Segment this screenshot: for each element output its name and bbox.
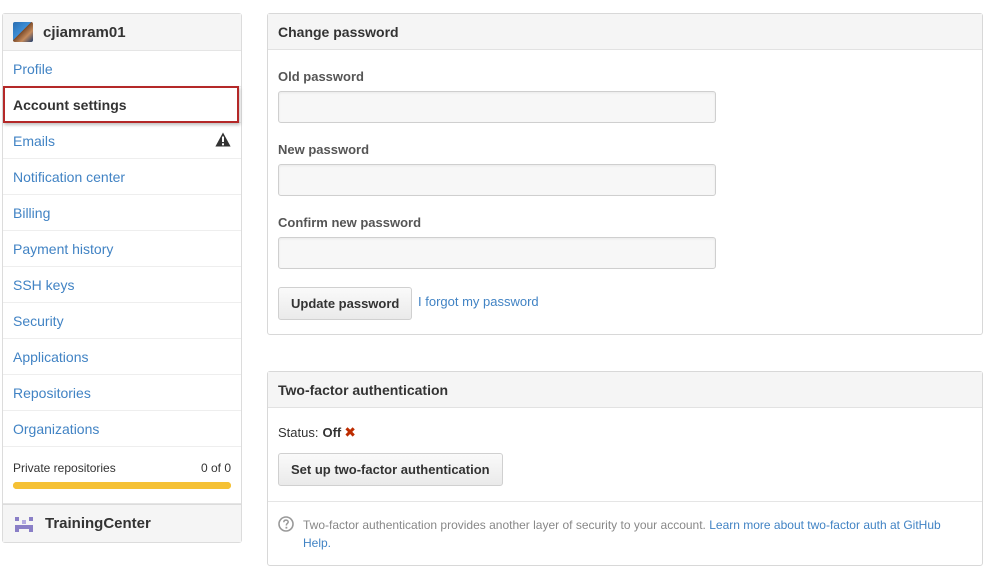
help-description: Two-factor authentication provides anoth… <box>303 518 706 532</box>
old-password-input[interactable] <box>278 91 716 123</box>
new-password-input[interactable] <box>278 164 716 196</box>
private-repos-label: Private repositories <box>13 461 116 475</box>
sidebar-item-label[interactable]: Payment history <box>13 241 113 257</box>
sidebar-item-label[interactable]: Applications <box>13 349 89 365</box>
private-repos-count: 0 of 0 <box>200 461 231 475</box>
sidebar-item-label[interactable]: Notification center <box>13 169 125 185</box>
two-factor-help: Two-factor authentication provides anoth… <box>268 501 982 565</box>
settings-sidebar: cjiamram01 Profile Account settings Emai… <box>2 13 242 543</box>
question-icon <box>278 516 294 532</box>
sidebar-user-header: cjiamram01 <box>3 14 241 51</box>
status-value: Off <box>322 425 342 440</box>
sidebar-item-repositories[interactable]: Repositories <box>3 375 241 411</box>
new-password-label: New password <box>278 142 370 157</box>
username: cjiamram01 <box>43 23 126 41</box>
sidebar-item-organizations[interactable]: Organizations <box>3 411 241 447</box>
old-password-label: Old password <box>278 69 364 84</box>
change-password-title: Change password <box>268 14 982 50</box>
sidebar-item-profile[interactable]: Profile <box>3 51 241 87</box>
sidebar-item-billing[interactable]: Billing <box>3 195 241 231</box>
sidebar-item-payment-history[interactable]: Payment history <box>3 231 241 267</box>
update-password-button[interactable]: Update password <box>278 287 413 320</box>
sidebar-item-applications[interactable]: Applications <box>3 339 241 375</box>
status-off-x-icon: ✖ <box>344 424 356 440</box>
sidebar-item-emails[interactable]: Emails <box>3 123 241 159</box>
confirm-password-label: Confirm new password <box>278 215 422 230</box>
change-password-panel: Change password Old password New passwor… <box>267 13 983 335</box>
two-factor-status: Status: Off ✖ <box>278 424 356 441</box>
sidebar-org-trainingcenter[interactable]: TrainingCenter <box>3 504 241 542</box>
sidebar-item-label[interactable]: Profile <box>13 61 53 77</box>
sidebar-item-security[interactable]: Security <box>3 303 241 339</box>
sidebar-item-label[interactable]: Billing <box>13 205 50 221</box>
sidebar-item-label[interactable]: Repositories <box>13 385 91 401</box>
progress-fill <box>13 482 231 489</box>
sidebar-item-notification-center[interactable]: Notification center <box>3 159 241 195</box>
sidebar-item-label[interactable]: Emails <box>13 133 55 149</box>
warning-icon <box>215 132 231 147</box>
two-factor-title: Two-factor authentication <box>268 372 982 408</box>
sidebar-item-label[interactable]: Security <box>13 313 64 329</box>
forgot-password-link[interactable]: I forgot my password <box>418 294 539 309</box>
sidebar-item-label: Account settings <box>13 96 127 113</box>
sidebar-item-account-settings[interactable]: Account settings <box>3 87 241 123</box>
sidebar-item-label[interactable]: Organizations <box>13 421 99 437</box>
sidebar-item-label[interactable]: SSH keys <box>13 277 74 293</box>
setup-two-factor-button[interactable]: Set up two-factor authentication <box>278 453 503 486</box>
sidebar-item-ssh-keys[interactable]: SSH keys <box>3 267 241 303</box>
two-factor-panel: Two-factor authentication Status: Off ✖ … <box>267 371 983 566</box>
status-label: Status: <box>278 425 319 440</box>
organization-name: TrainingCenter <box>45 515 151 532</box>
confirm-password-input[interactable] <box>278 237 716 269</box>
organization-icon <box>15 516 33 532</box>
private-repos-progress-bar <box>13 482 231 489</box>
avatar[interactable] <box>13 22 33 42</box>
two-factor-help-text: Two-factor authentication provides anoth… <box>303 516 963 552</box>
private-repositories-usage: Private repositories 0 of 0 <box>3 447 241 504</box>
